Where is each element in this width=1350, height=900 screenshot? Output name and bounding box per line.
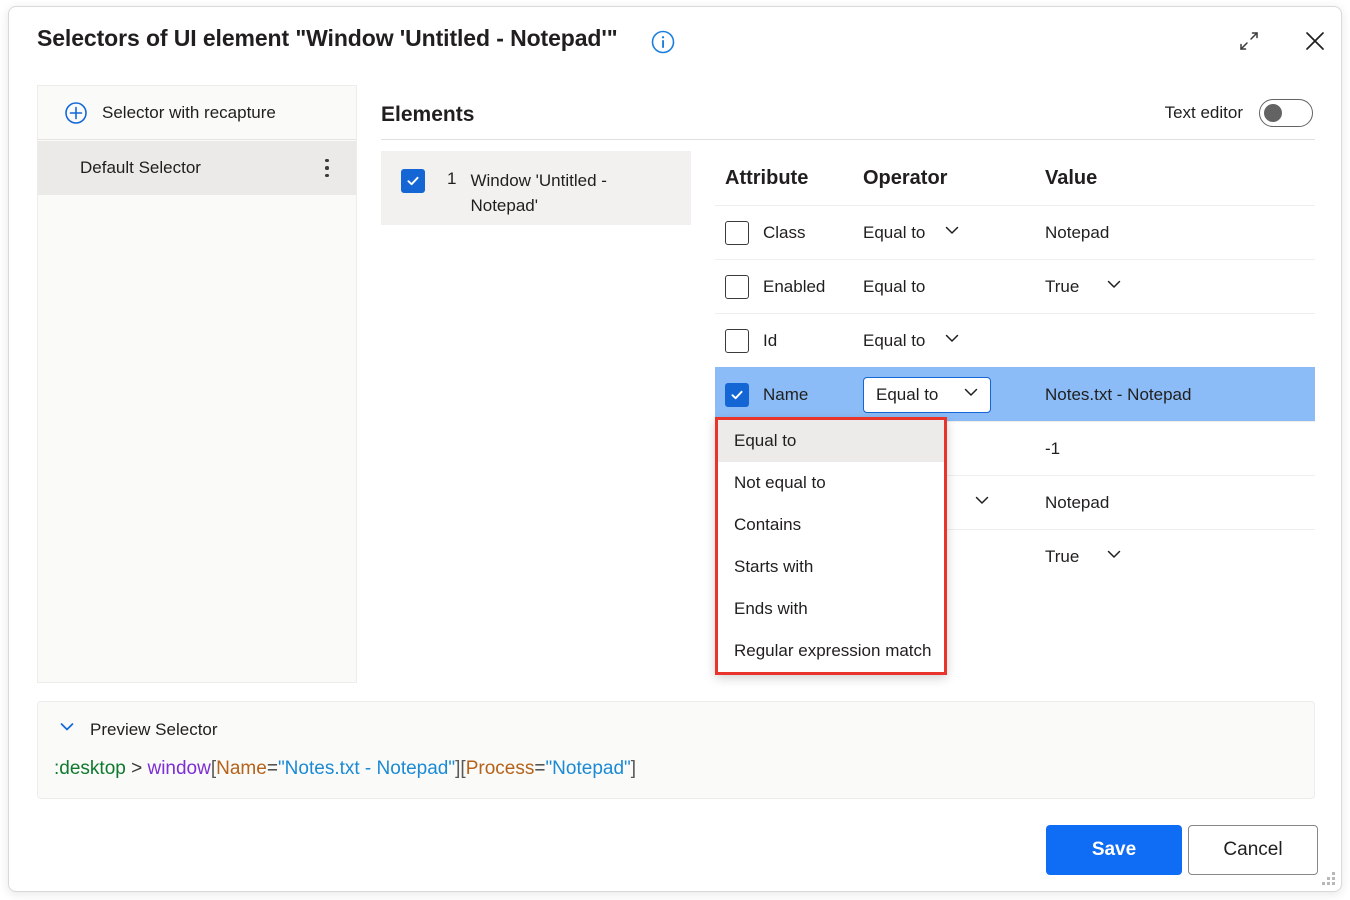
- chevron-down-icon[interactable]: [943, 329, 961, 352]
- operator-value: Equal to: [863, 331, 925, 351]
- code-token: "Notes.txt - Notepad": [278, 758, 455, 779]
- attribute-cell: Name: [715, 383, 863, 407]
- code-token: =: [534, 758, 545, 779]
- menu-item[interactable]: Not equal to: [718, 462, 944, 504]
- attribute-checkbox[interactable]: [725, 329, 749, 353]
- recapture-label: Selector with recapture: [102, 103, 276, 123]
- code-token: window: [147, 758, 210, 779]
- code-token: =: [267, 758, 278, 779]
- chevron-down-icon[interactable]: [943, 221, 961, 244]
- more-vertical-icon[interactable]: [314, 153, 340, 183]
- elements-heading: Elements: [381, 103, 474, 127]
- chevron-down-icon: [58, 718, 76, 741]
- table-row[interactable]: Id Equal to: [715, 313, 1315, 367]
- tree-item-label: Window 'Untitled - Notepad': [470, 169, 677, 218]
- menu-item[interactable]: Regular expression match: [718, 630, 944, 672]
- menu-item[interactable]: Ends with: [718, 588, 944, 630]
- value-text: True: [1045, 277, 1079, 297]
- chevron-down-icon[interactable]: [1105, 545, 1123, 568]
- plus-circle-icon: [64, 101, 88, 125]
- attribute-cell: Enabled: [715, 275, 863, 299]
- attribute-checkbox[interactable]: [725, 275, 749, 299]
- panel-divider: [381, 139, 1315, 140]
- preview-selector-code: :desktop > window[Name="Notes.txt - Note…: [54, 758, 636, 780]
- table-row[interactable]: Class Equal to Notepad: [715, 205, 1315, 259]
- code-token: ]: [631, 758, 636, 779]
- value-cell[interactable]: True: [1045, 545, 1305, 568]
- tree-item[interactable]: 1 Window 'Untitled - Notepad': [381, 151, 691, 225]
- value-text: True: [1045, 547, 1079, 567]
- attribute-table-header: Attribute Operator Value: [715, 151, 1315, 205]
- value-cell[interactable]: Notepad: [1045, 223, 1305, 243]
- operator-value: Equal to: [863, 277, 925, 297]
- code-token: Process: [466, 758, 535, 779]
- operator-value: Equal to: [863, 223, 925, 243]
- expand-diagonal-icon[interactable]: [1231, 25, 1267, 57]
- table-row[interactable]: Enabled Equal to True: [715, 259, 1315, 313]
- value-cell[interactable]: Notes.txt - Notepad: [1045, 385, 1305, 405]
- attribute-name: Name: [763, 385, 808, 405]
- text-editor-switch[interactable]: [1259, 99, 1313, 127]
- preview-selector-label: Preview Selector: [90, 720, 218, 740]
- value-cell[interactable]: Notepad: [1045, 493, 1305, 513]
- column-header-value: Value: [1045, 167, 1305, 190]
- tree-item-index: 1: [447, 169, 456, 189]
- chevron-down-icon[interactable]: [1105, 275, 1123, 298]
- menu-item[interactable]: Contains: [718, 504, 944, 546]
- preview-selector-toggle[interactable]: Preview Selector: [58, 718, 218, 741]
- operator-value: Equal to: [876, 385, 938, 405]
- column-header-attribute: Attribute: [715, 167, 863, 190]
- preview-selector-panel: Preview Selector :desktop > window[Name=…: [37, 701, 1315, 799]
- save-button[interactable]: Save: [1046, 825, 1182, 875]
- code-token: >: [126, 758, 148, 779]
- sidebar-item-default-selector[interactable]: Default Selector: [38, 141, 356, 195]
- attribute-checkbox[interactable]: [725, 221, 749, 245]
- selector-list-sidebar: Selector with recapture Default Selector: [37, 85, 357, 683]
- text-editor-label: Text editor: [1165, 103, 1243, 123]
- value-text: Notepad: [1045, 223, 1109, 243]
- attribute-name: Enabled: [763, 277, 825, 297]
- operator-cell: Equal to: [863, 221, 1045, 244]
- info-circle-icon[interactable]: [650, 29, 676, 55]
- code-token: "Notepad": [545, 758, 630, 779]
- attribute-cell: Id: [715, 329, 863, 353]
- code-token: Name: [216, 758, 267, 779]
- element-tree: 1 Window 'Untitled - Notepad': [381, 151, 693, 683]
- attribute-cell: Class: [715, 221, 863, 245]
- cancel-button[interactable]: Cancel: [1188, 825, 1318, 875]
- operator-combobox[interactable]: Equal to: [863, 377, 991, 413]
- operator-cell: Equal to: [863, 277, 1045, 297]
- code-token: :desktop: [54, 758, 126, 779]
- resize-grip[interactable]: [1322, 872, 1336, 886]
- tree-item-checkbox[interactable]: [401, 169, 425, 193]
- operator-cell: Equal to: [863, 377, 1045, 413]
- table-row[interactable]: Name Equal to Notes.txt - Notepad: [715, 367, 1315, 421]
- selectors-dialog: Selectors of UI element "Window 'Untitle…: [8, 6, 1342, 892]
- operator-cell: Equal to: [863, 329, 1045, 352]
- menu-item[interactable]: Starts with: [718, 546, 944, 588]
- text-editor-toggle-group[interactable]: Text editor: [1165, 99, 1313, 127]
- value-cell[interactable]: True: [1045, 275, 1305, 298]
- close-x-icon[interactable]: [1297, 23, 1333, 59]
- chevron-down-icon[interactable]: [973, 491, 991, 514]
- column-header-operator: Operator: [863, 167, 1045, 190]
- dialog-titlebar: Selectors of UI element "Window 'Untitle…: [9, 7, 1341, 73]
- attribute-name: Id: [763, 331, 777, 351]
- attribute-checkbox[interactable]: [725, 383, 749, 407]
- value-text: Notes.txt - Notepad: [1045, 385, 1191, 405]
- selector-with-recapture-button[interactable]: Selector with recapture: [38, 86, 356, 140]
- page-title: Selectors of UI element "Window 'Untitle…: [37, 25, 618, 52]
- value-text: -1: [1045, 439, 1060, 459]
- chevron-down-icon: [962, 383, 980, 406]
- attribute-name: Class: [763, 223, 806, 243]
- sidebar-item-label: Default Selector: [80, 158, 201, 178]
- menu-item[interactable]: Equal to: [718, 420, 944, 462]
- value-cell[interactable]: -1: [1045, 439, 1305, 459]
- value-text: Notepad: [1045, 493, 1109, 513]
- operator-dropdown-menu[interactable]: Equal toNot equal toContainsStarts withE…: [715, 417, 947, 675]
